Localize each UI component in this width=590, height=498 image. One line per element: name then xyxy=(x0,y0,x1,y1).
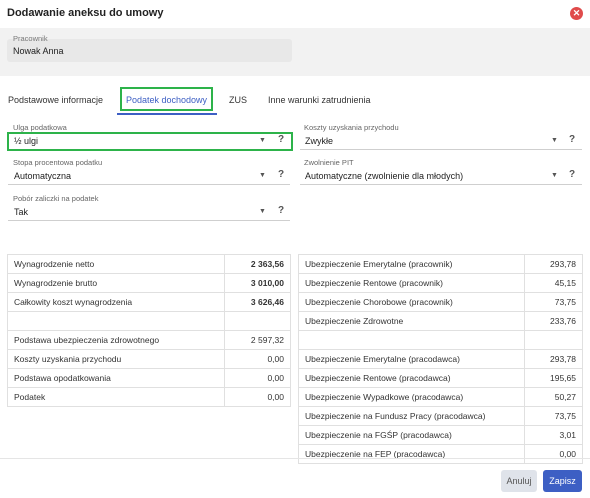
tab-zus[interactable]: ZUS xyxy=(229,95,247,105)
table-row: Całkowity koszt wynagrodzenia 3 626,46 xyxy=(6,292,291,312)
chevron-down-icon[interactable]: ▼ xyxy=(551,172,558,179)
dialog-title: Dodawanie aneksu do umowy xyxy=(7,7,164,19)
table-row: Ubezpieczenie Emerytalne (pracodawca) 293… xyxy=(297,349,583,369)
row-label: Podatek xyxy=(6,387,226,407)
row-value: 3,01 xyxy=(524,425,583,445)
chevron-down-icon[interactable]: ▼ xyxy=(259,208,266,215)
help-icon[interactable]: ? xyxy=(278,205,284,216)
footer-divider xyxy=(0,458,590,459)
dialog-header: Dodawanie aneksu do umowy ✕ xyxy=(0,0,590,28)
help-icon[interactable]: ? xyxy=(569,134,575,145)
employee-label: Pracownik xyxy=(13,34,48,43)
row-value: 3 626,46 xyxy=(224,292,291,312)
row-value: 73,75 xyxy=(524,292,583,312)
pobor-select[interactable]: Tak xyxy=(14,207,28,217)
chevron-down-icon[interactable]: ▼ xyxy=(551,137,558,144)
row-value: 0,00 xyxy=(224,387,291,407)
row-value: 293,78 xyxy=(524,349,583,369)
row-value: 0,00 xyxy=(224,349,291,369)
employee-value: Nowak Anna xyxy=(13,46,64,56)
summary-table-right: Ubezpieczenie Emerytalne (pracownik) 293,… xyxy=(297,254,583,464)
table-row: Ubezpieczenie na FEP (pracodawca) 0,00 xyxy=(297,444,583,464)
table-row: Ubezpieczenie Zdrowotne 233,76 xyxy=(297,311,583,331)
table-row: Ubezpieczenie Rentowe (pracodawca) 195,65 xyxy=(297,368,583,388)
zwolnienie-underline xyxy=(300,184,582,185)
row-label: Ubezpieczenie Chorobowe (pracownik) xyxy=(297,292,526,312)
help-icon[interactable]: ? xyxy=(569,169,575,180)
row-label: Ubezpieczenie Rentowe (pracodawca) xyxy=(297,368,526,388)
row-label: Ubezpieczenie Zdrowotne xyxy=(297,311,526,331)
tab-highlight-frame xyxy=(120,87,213,111)
table-row: Ubezpieczenie Emerytalne (pracownik) 293,… xyxy=(297,254,583,274)
row-label: Całkowity koszt wynagrodzenia xyxy=(6,292,226,312)
row-label: Ubezpieczenie Rentowe (pracownik) xyxy=(297,273,526,293)
help-icon[interactable]: ? xyxy=(278,169,284,180)
table-row: Podstawa ubezpieczenia zdrowotnego 2 597,… xyxy=(6,330,291,350)
koszty-underline xyxy=(300,149,582,150)
zwolnienie-label: Zwolnienie PIT xyxy=(304,158,354,167)
row-value: 195,65 xyxy=(524,368,583,388)
tab-other-conditions[interactable]: Inne warunki zatrudnienia xyxy=(268,95,371,105)
row-value: 2 363,56 xyxy=(224,254,291,274)
active-tab-indicator xyxy=(117,113,217,115)
row-label: Ubezpieczenie na Fundusz Pracy (pracodaw… xyxy=(297,406,526,426)
table-row: Wynagrodzenie brutto 3 010,00 xyxy=(6,273,291,293)
table-row: Koszty uzyskania przychodu 0,00 xyxy=(6,349,291,369)
table-gap xyxy=(297,330,583,350)
koszty-select[interactable]: Zwykłe xyxy=(305,136,333,146)
chevron-down-icon[interactable]: ▼ xyxy=(259,172,266,179)
table-row: Wynagrodzenie netto 2 363,56 xyxy=(6,254,291,274)
pobor-label: Pobór zaliczki na podatek xyxy=(13,194,99,203)
save-button[interactable]: Zapisz xyxy=(543,470,582,492)
row-label: Podstawa ubezpieczenia zdrowotnego xyxy=(6,330,226,350)
stopa-underline xyxy=(8,184,290,185)
row-label: Wynagrodzenie brutto xyxy=(6,273,226,293)
row-value: 233,76 xyxy=(524,311,583,331)
row-label: Wynagrodzenie netto xyxy=(6,254,226,274)
table-row: Ubezpieczenie Rentowe (pracownik) 45,15 xyxy=(297,273,583,293)
row-value: 50,27 xyxy=(524,387,583,407)
stopa-select[interactable]: Automatyczna xyxy=(14,171,71,181)
ulga-label: Ulga podatkowa xyxy=(13,123,67,132)
row-value: 293,78 xyxy=(524,254,583,274)
zwolnienie-select[interactable]: Automatyczne (zwolnienie dla młodych) xyxy=(305,171,463,181)
summary-table-left: Wynagrodzenie netto 2 363,56 Wynagrodzeni… xyxy=(6,254,291,407)
pobor-underline xyxy=(8,220,290,221)
row-label: Ubezpieczenie Emerytalne (pracodawca) xyxy=(297,349,526,369)
table-row: Podatek 0,00 xyxy=(6,387,291,407)
koszty-label: Koszty uzyskania przychodu xyxy=(304,123,399,132)
table-row: Ubezpieczenie Wypadkowe (pracodawca) 50,2… xyxy=(297,387,583,407)
table-row: Ubezpieczenie na Fundusz Pracy (pracodaw… xyxy=(297,406,583,426)
row-label: Ubezpieczenie na FGŚP (pracodawca) xyxy=(297,425,526,445)
table-row: Ubezpieczenie na FGŚP (pracodawca) 3,01 xyxy=(297,425,583,445)
row-label: Ubezpieczenie Wypadkowe (pracodawca) xyxy=(297,387,526,407)
row-value: 73,75 xyxy=(524,406,583,426)
row-value: 45,15 xyxy=(524,273,583,293)
table-row: Podstawa opodatkowania 0,00 xyxy=(6,368,291,388)
row-label: Ubezpieczenie Emerytalne (pracownik) xyxy=(297,254,526,274)
row-value: 3 010,00 xyxy=(224,273,291,293)
ulga-highlight-frame xyxy=(7,132,293,151)
table-gap xyxy=(6,311,291,331)
row-label: Ubezpieczenie na FEP (pracodawca) xyxy=(297,444,526,464)
close-icon[interactable]: ✕ xyxy=(570,7,583,20)
cancel-button[interactable]: Anuluj xyxy=(501,470,537,492)
row-value: 2 597,32 xyxy=(224,330,291,350)
table-row: Ubezpieczenie Chorobowe (pracownik) 73,75 xyxy=(297,292,583,312)
stopa-label: Stopa procentowa podatku xyxy=(13,158,103,167)
row-value: 0,00 xyxy=(224,368,291,388)
row-label: Podstawa opodatkowania xyxy=(6,368,226,388)
row-value: 0,00 xyxy=(524,444,583,464)
row-label: Koszty uzyskania przychodu xyxy=(6,349,226,369)
tab-basic-info[interactable]: Podstawowe informacje xyxy=(8,95,103,105)
